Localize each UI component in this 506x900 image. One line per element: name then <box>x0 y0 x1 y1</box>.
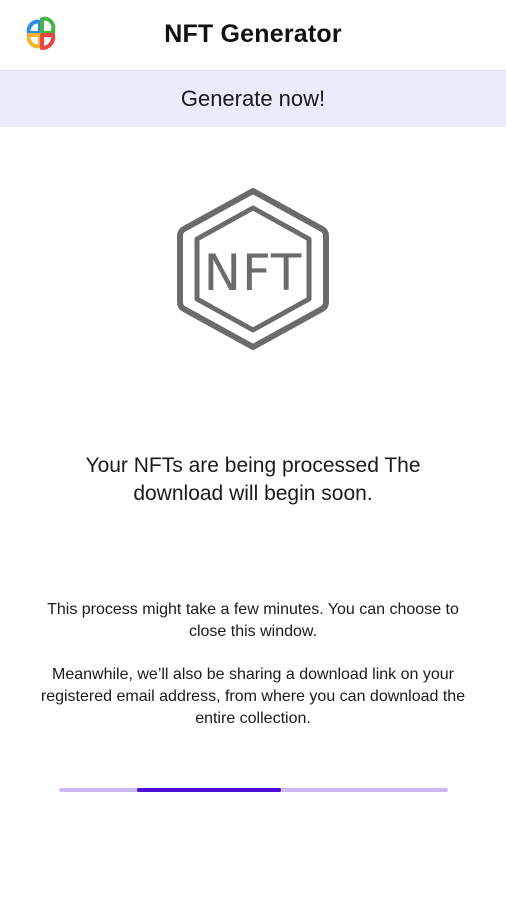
processing-status-text: Your NFTs are being processed The downlo… <box>85 454 421 505</box>
progress-bar-fill <box>136 788 281 792</box>
nft-badge-label: NFT <box>204 244 303 302</box>
page-title: NFT Generator <box>164 20 342 48</box>
generate-now-button[interactable]: Generate now! <box>0 71 506 127</box>
info-paragraph-email: Meanwhile, we’ll also be sharing a downl… <box>40 666 466 727</box>
progress-bar <box>59 788 448 792</box>
app-header: NFT Generator <box>0 0 506 71</box>
nft-hexagon-icon: NFT <box>177 188 329 350</box>
info-paragraph-duration: This process might take a few minutes. Y… <box>47 601 459 640</box>
